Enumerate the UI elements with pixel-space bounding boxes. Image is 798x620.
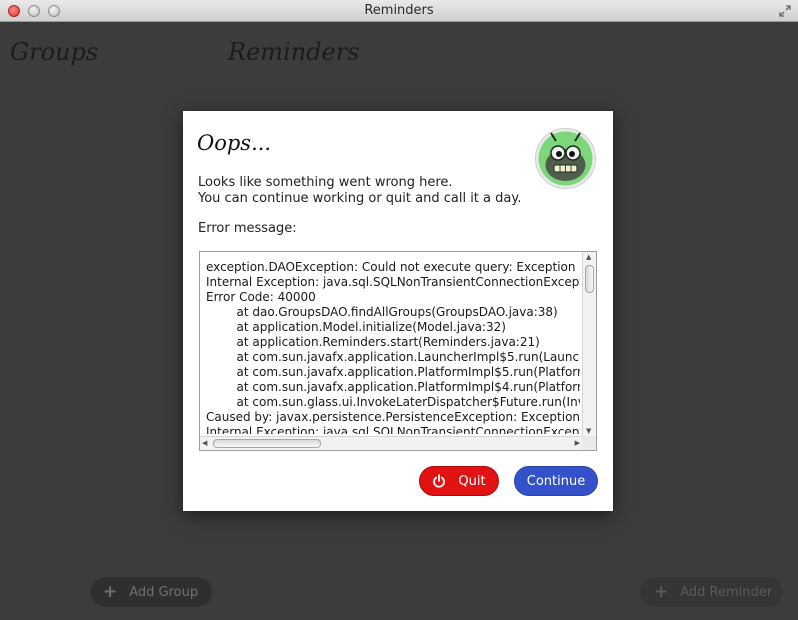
continue-button[interactable]: Continue [514,466,598,496]
vertical-scrollbar[interactable]: ▲ ▼ [582,252,596,436]
plus-icon: + [654,582,669,602]
title-bar: Reminders [0,0,798,22]
quit-label: Quit [458,473,486,489]
error-dialog: Oops... Looks like something went wrong … [183,111,613,511]
add-reminder-button[interactable]: + Add Reminder [640,577,782,607]
quit-button[interactable]: Quit [419,466,499,496]
scroll-up-icon[interactable]: ▲ [586,253,591,261]
scroll-right-icon[interactable]: ▶ [575,439,580,447]
error-text-area[interactable]: exception.DAOException: Could not execut… [199,251,597,451]
scroll-down-icon[interactable]: ▼ [586,427,591,435]
scroll-corner [582,436,596,450]
vertical-scroll-thumb[interactable] [585,265,594,293]
groups-heading: Groups [10,38,99,66]
fullscreen-icon[interactable] [778,4,792,18]
power-icon [433,474,446,488]
dialog-title: Oops... [197,131,272,155]
horizontal-scroll-thumb[interactable] [213,439,321,448]
bug-avatar-icon [535,128,596,189]
message-line-1: Looks like something went wrong here. [198,175,453,190]
continue-label: Continue [526,473,586,489]
message-line-2: You can continue working or quit and cal… [198,191,522,206]
window-title: Reminders [364,3,434,18]
error-text: exception.DAOException: Could not execut… [206,260,580,434]
add-group-button[interactable]: + Add Group [91,577,212,607]
horizontal-scrollbar[interactable]: ◀ ▶ [200,436,582,450]
dialog-message: Looks like something went wrong here. Yo… [198,175,521,207]
add-group-label: Add Group [129,584,199,600]
error-message-label: Error message: [198,221,297,236]
scroll-left-icon[interactable]: ◀ [202,439,207,447]
reminders-heading: Reminders [228,38,360,66]
add-reminder-label: Add Reminder [680,584,773,600]
plus-icon: + [103,582,118,602]
